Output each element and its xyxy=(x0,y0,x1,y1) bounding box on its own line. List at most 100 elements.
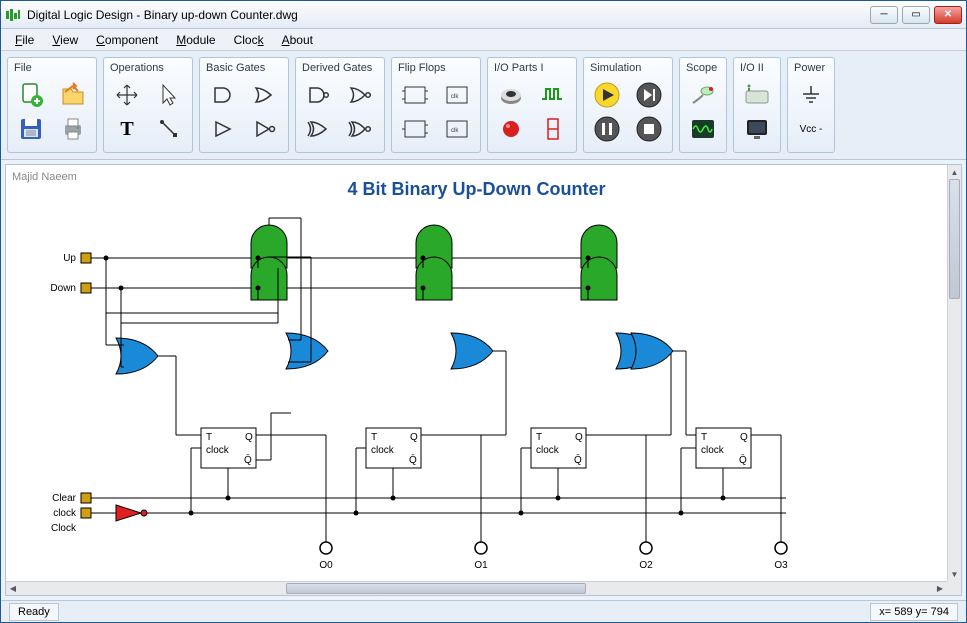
vscroll-thumb[interactable] xyxy=(949,179,960,299)
ff-button-3[interactable] xyxy=(398,112,432,146)
menu-component[interactable]: Component xyxy=(88,31,166,49)
vcc-button[interactable]: Vcc - xyxy=(794,112,828,146)
svg-text:Q̄: Q̄ xyxy=(244,453,252,466)
scroll-left-arrow[interactable]: ◀ xyxy=(6,582,20,595)
move-tool-button[interactable] xyxy=(110,78,144,112)
status-coords: x= 589 y= 794 xyxy=(870,603,958,621)
canvas-area: Majid Naeem 4 Bit Binary Up-Down Counter… xyxy=(5,164,962,596)
label-up: Up xyxy=(63,253,76,264)
group-power: Power Vcc - xyxy=(787,57,835,153)
group-io-parts-1: I/O Parts I xyxy=(487,57,577,153)
ff-button-1[interactable] xyxy=(398,78,432,112)
scroll-right-arrow[interactable]: ▶ xyxy=(933,582,947,595)
scroll-down-arrow[interactable]: ▼ xyxy=(948,567,961,581)
svg-text:T: T xyxy=(536,432,542,443)
vertical-scrollbar[interactable]: ▲ ▼ xyxy=(947,165,961,581)
ground-button[interactable] xyxy=(794,78,828,112)
and-gate-button[interactable] xyxy=(206,78,240,112)
ff-button-2[interactable]: clk xyxy=(440,78,474,112)
svg-text:Q̄: Q̄ xyxy=(574,453,582,466)
pause-button[interactable] xyxy=(590,112,624,146)
titlebar: Digital Logic Design - Binary up-down Co… xyxy=(1,1,966,29)
scroll-corner xyxy=(947,581,961,595)
probe-button[interactable] xyxy=(686,78,720,112)
stop-button[interactable] xyxy=(632,112,666,146)
not-gate-button[interactable] xyxy=(248,112,282,146)
new-file-button[interactable] xyxy=(14,78,48,112)
menu-clock[interactable]: Clock xyxy=(226,31,272,49)
design-canvas[interactable]: Majid Naeem 4 Bit Binary Up-Down Counter… xyxy=(6,165,947,581)
group-io-2-label: I/O II xyxy=(740,62,774,74)
svg-text:clk: clk xyxy=(451,94,459,100)
label-clock: Clock xyxy=(51,523,77,534)
play-button[interactable] xyxy=(590,78,624,112)
svg-text:O3: O3 xyxy=(774,560,788,571)
horizontal-scrollbar[interactable]: ◀ ▶ xyxy=(6,581,947,595)
group-basic-gates: Basic Gates xyxy=(199,57,289,153)
text-tool-button[interactable]: T xyxy=(110,112,144,146)
svg-text:clock: clock xyxy=(701,445,725,456)
led-button[interactable] xyxy=(494,112,528,146)
statusbar: Ready x= 589 y= 794 xyxy=(1,600,966,622)
maximize-button[interactable]: ▭ xyxy=(902,6,930,24)
svg-text:Q: Q xyxy=(575,432,583,443)
group-flip-flops: Flip Flops clk clk xyxy=(391,57,481,153)
group-derived-gates: Derived Gates xyxy=(295,57,385,153)
toolbar: File Operations T Basic Gates xyxy=(1,51,966,160)
svg-text:T: T xyxy=(206,432,212,443)
group-io-parts-1-label: I/O Parts I xyxy=(494,62,570,74)
group-operations: Operations T xyxy=(103,57,193,153)
window-controls: ─ ▭ ✕ xyxy=(870,6,962,24)
svg-text:clk: clk xyxy=(451,128,459,134)
or-gate-button[interactable] xyxy=(248,78,282,112)
nor-gate-button[interactable] xyxy=(344,78,378,112)
svg-text:O1: O1 xyxy=(474,560,488,571)
minimize-button[interactable]: ─ xyxy=(870,6,898,24)
group-file: File xyxy=(7,57,97,153)
circuit-title: 4 Bit Binary Up-Down Counter xyxy=(347,179,605,200)
svg-text:clock: clock xyxy=(371,445,395,456)
scroll-up-arrow[interactable]: ▲ xyxy=(948,165,961,179)
menu-view[interactable]: View xyxy=(44,31,86,49)
open-file-button[interactable] xyxy=(56,78,90,112)
pointer-tool-button[interactable] xyxy=(152,78,186,112)
svg-text:Q: Q xyxy=(410,432,418,443)
menu-module[interactable]: Module xyxy=(168,31,223,49)
xor-gate-button[interactable] xyxy=(302,112,336,146)
monitor-button[interactable] xyxy=(740,112,774,146)
group-power-label: Power xyxy=(794,62,828,74)
step-button[interactable] xyxy=(632,78,666,112)
wire-tool-button[interactable] xyxy=(152,112,186,146)
push-button[interactable] xyxy=(494,78,528,112)
group-simulation-label: Simulation xyxy=(590,62,666,74)
group-file-label: File xyxy=(14,62,90,74)
group-flip-flops-label: Flip Flops xyxy=(398,62,474,74)
save-file-button[interactable] xyxy=(14,112,48,146)
author-text: Majid Naeem xyxy=(12,171,77,183)
svg-text:Q̄: Q̄ xyxy=(739,453,747,466)
circuit-diagram: Up Down Clear clock Clock xyxy=(26,213,926,583)
keyboard-button[interactable] xyxy=(740,78,774,112)
menu-file[interactable]: File xyxy=(7,31,42,49)
group-io-2: I/O II xyxy=(733,57,781,153)
nand-gate-button[interactable] xyxy=(302,78,336,112)
group-scope: Scope xyxy=(679,57,727,153)
menu-about[interactable]: About xyxy=(274,31,321,49)
xnor-gate-button[interactable] xyxy=(344,112,378,146)
menubar: File View Component Module Clock About xyxy=(1,29,966,51)
app-window: Digital Logic Design - Binary up-down Co… xyxy=(0,0,967,623)
hscroll-thumb[interactable] xyxy=(286,583,586,594)
close-button[interactable]: ✕ xyxy=(934,6,962,24)
seven-segment-button[interactable] xyxy=(536,112,570,146)
label-clear: Clear xyxy=(52,493,77,504)
scope-button[interactable] xyxy=(686,112,720,146)
ff-button-4[interactable]: clk xyxy=(440,112,474,146)
svg-text:Q: Q xyxy=(740,432,748,443)
svg-text:clock: clock xyxy=(536,445,560,456)
clock-signal-button[interactable] xyxy=(536,78,570,112)
svg-text:O2: O2 xyxy=(639,560,653,571)
window-title: Digital Logic Design - Binary up-down Co… xyxy=(27,8,870,22)
label-down: Down xyxy=(50,283,76,294)
print-button[interactable] xyxy=(56,112,90,146)
buffer-gate-button[interactable] xyxy=(206,112,240,146)
